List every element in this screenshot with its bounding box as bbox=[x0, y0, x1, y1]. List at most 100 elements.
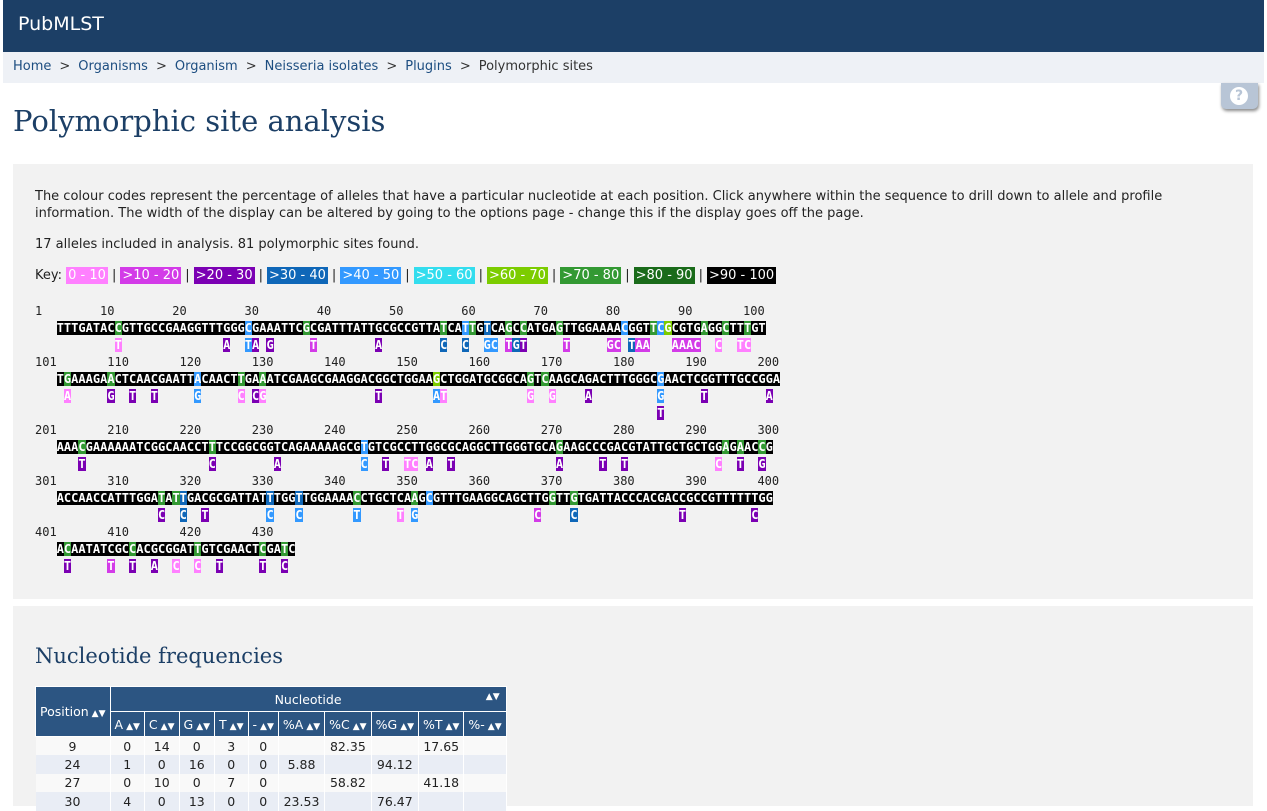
nucleotide[interactable]: C bbox=[107, 542, 115, 556]
nucleotide[interactable]: A bbox=[208, 372, 216, 386]
nucleotide[interactable]: A bbox=[664, 491, 672, 505]
nucleotide[interactable]: T bbox=[635, 440, 643, 454]
variant-nucleotide[interactable]: A bbox=[425, 457, 433, 471]
nucleotide[interactable]: T bbox=[273, 440, 281, 454]
variant-nucleotide[interactable]: T bbox=[201, 508, 209, 522]
variant-nucleotide[interactable]: A bbox=[555, 457, 564, 471]
nucleotide[interactable]: T bbox=[729, 491, 737, 505]
nucleotide[interactable]: A bbox=[143, 372, 151, 386]
nucleotide[interactable]: G bbox=[758, 372, 766, 386]
nucleotide[interactable]: G bbox=[324, 372, 332, 386]
variant-nucleotide[interactable]: C bbox=[266, 508, 274, 522]
nucleotide[interactable]: A bbox=[519, 372, 527, 386]
variant-nucleotide[interactable]: C bbox=[295, 508, 303, 522]
nucleotide[interactable]: T bbox=[606, 372, 614, 386]
nucleotide[interactable]: G bbox=[541, 491, 549, 505]
nucleotide[interactable]: C bbox=[360, 491, 368, 505]
nucleotide[interactable]: G bbox=[136, 491, 144, 505]
nucleotide[interactable]: G bbox=[483, 372, 491, 386]
nucleotide[interactable]: G bbox=[78, 321, 86, 335]
nucleotide[interactable]: G bbox=[584, 372, 593, 386]
nucleotide[interactable]: C bbox=[114, 321, 122, 335]
nucleotide[interactable]: C bbox=[758, 440, 766, 454]
nucleotide[interactable]: G bbox=[664, 321, 672, 335]
nucleotide[interactable]: G bbox=[642, 372, 650, 386]
nucleotide[interactable]: T bbox=[678, 440, 687, 454]
nucleotide[interactable]: C bbox=[512, 372, 520, 386]
nucleotide[interactable]: T bbox=[208, 321, 216, 335]
nucleotide[interactable]: C bbox=[519, 321, 527, 335]
nucleotide[interactable]: T bbox=[476, 372, 484, 386]
nucleotide[interactable]: C bbox=[150, 321, 158, 335]
nucleotide[interactable]: C bbox=[490, 321, 498, 335]
nucleotide[interactable]: G bbox=[512, 491, 520, 505]
nucleotide[interactable]: G bbox=[295, 440, 303, 454]
nucleotide[interactable]: T bbox=[700, 440, 708, 454]
nucleotide[interactable]: A bbox=[266, 372, 274, 386]
nucleotide[interactable]: C bbox=[396, 491, 404, 505]
nucleotide[interactable]: C bbox=[584, 440, 593, 454]
nucleotide[interactable]: T bbox=[215, 440, 224, 454]
nucleotide[interactable]: C bbox=[541, 440, 549, 454]
column-header[interactable]: C ▲▼ bbox=[143, 711, 180, 737]
nucleotide[interactable]: T bbox=[461, 321, 470, 335]
nucleotide[interactable]: A bbox=[599, 321, 607, 335]
variant-nucleotide[interactable]: G bbox=[758, 457, 766, 471]
variant-nucleotide[interactable]: A bbox=[150, 559, 158, 573]
column-header[interactable]: T ▲▼ bbox=[214, 711, 249, 737]
nucleotide[interactable]: T bbox=[483, 321, 491, 335]
nucleotide[interactable]: C bbox=[215, 491, 224, 505]
nucleotide[interactable]: T bbox=[302, 491, 310, 505]
column-header[interactable]: - ▲▼ bbox=[247, 711, 279, 737]
nucleotide[interactable]: G bbox=[338, 440, 347, 454]
nucleotide[interactable]: T bbox=[208, 542, 216, 556]
nucleotide[interactable]: G bbox=[389, 440, 397, 454]
nucleotide[interactable]: A bbox=[78, 372, 86, 386]
nucleotide[interactable]: T bbox=[273, 491, 281, 505]
nucleotide[interactable]: C bbox=[396, 440, 404, 454]
variant-nucleotide[interactable]: T bbox=[150, 389, 158, 403]
nucleotide[interactable]: A bbox=[92, 542, 101, 556]
nucleotide[interactable]: T bbox=[136, 321, 144, 335]
nucleotide[interactable]: G bbox=[244, 440, 253, 454]
variant-nucleotide[interactable]: T bbox=[353, 508, 361, 522]
variant-nucleotide[interactable]: T bbox=[700, 389, 708, 403]
nucleotide[interactable]: A bbox=[172, 372, 180, 386]
nucleotide[interactable]: A bbox=[324, 491, 332, 505]
nucleotide[interactable]: C bbox=[671, 321, 679, 335]
nucleotide[interactable]: A bbox=[85, 491, 93, 505]
nucleotide[interactable]: A bbox=[136, 542, 144, 556]
nucleotide[interactable]: C bbox=[425, 491, 433, 505]
nucleotide[interactable]: A bbox=[324, 440, 332, 454]
nucleotide[interactable]: G bbox=[230, 321, 238, 335]
nucleotide[interactable]: T bbox=[179, 491, 187, 505]
nucleotide[interactable]: C bbox=[114, 372, 122, 386]
variant-nucleotide[interactable]: G bbox=[548, 389, 556, 403]
nucleotide[interactable]: T bbox=[454, 491, 462, 505]
nucleotide[interactable]: T bbox=[179, 372, 187, 386]
nucleotide[interactable]: T bbox=[360, 440, 368, 454]
nucleotide[interactable]: G bbox=[85, 440, 93, 454]
nucleotide[interactable]: A bbox=[92, 440, 101, 454]
variant-nucleotide[interactable]: T bbox=[244, 338, 253, 352]
variant-nucleotide[interactable]: A bbox=[671, 338, 679, 352]
nucleotide[interactable]: C bbox=[599, 372, 607, 386]
nucleotide[interactable]: G bbox=[584, 491, 593, 505]
variant-nucleotide[interactable]: A bbox=[273, 457, 281, 471]
nucleotide[interactable]: G bbox=[541, 321, 549, 335]
nucleotide[interactable]: T bbox=[266, 491, 274, 505]
nucleotide[interactable]: T bbox=[736, 491, 744, 505]
nucleotide[interactable]: G bbox=[201, 542, 209, 556]
nucleotide[interactable]: T bbox=[114, 491, 122, 505]
column-header[interactable]: %G ▲▼ bbox=[370, 711, 420, 737]
variant-nucleotide[interactable]: G bbox=[512, 338, 520, 352]
nucleotide[interactable]: G bbox=[635, 321, 643, 335]
variant-nucleotide[interactable]: A bbox=[584, 389, 593, 403]
nucleotide[interactable]: G bbox=[570, 491, 578, 505]
nucleotide[interactable]: A bbox=[700, 321, 708, 335]
nucleotide[interactable]: G bbox=[729, 440, 737, 454]
nucleotide[interactable]: A bbox=[136, 372, 144, 386]
variant-nucleotide[interactable]: C bbox=[237, 389, 245, 403]
breadcrumb-home[interactable]: Home bbox=[13, 59, 51, 74]
nucleotide[interactable]: C bbox=[693, 440, 701, 454]
